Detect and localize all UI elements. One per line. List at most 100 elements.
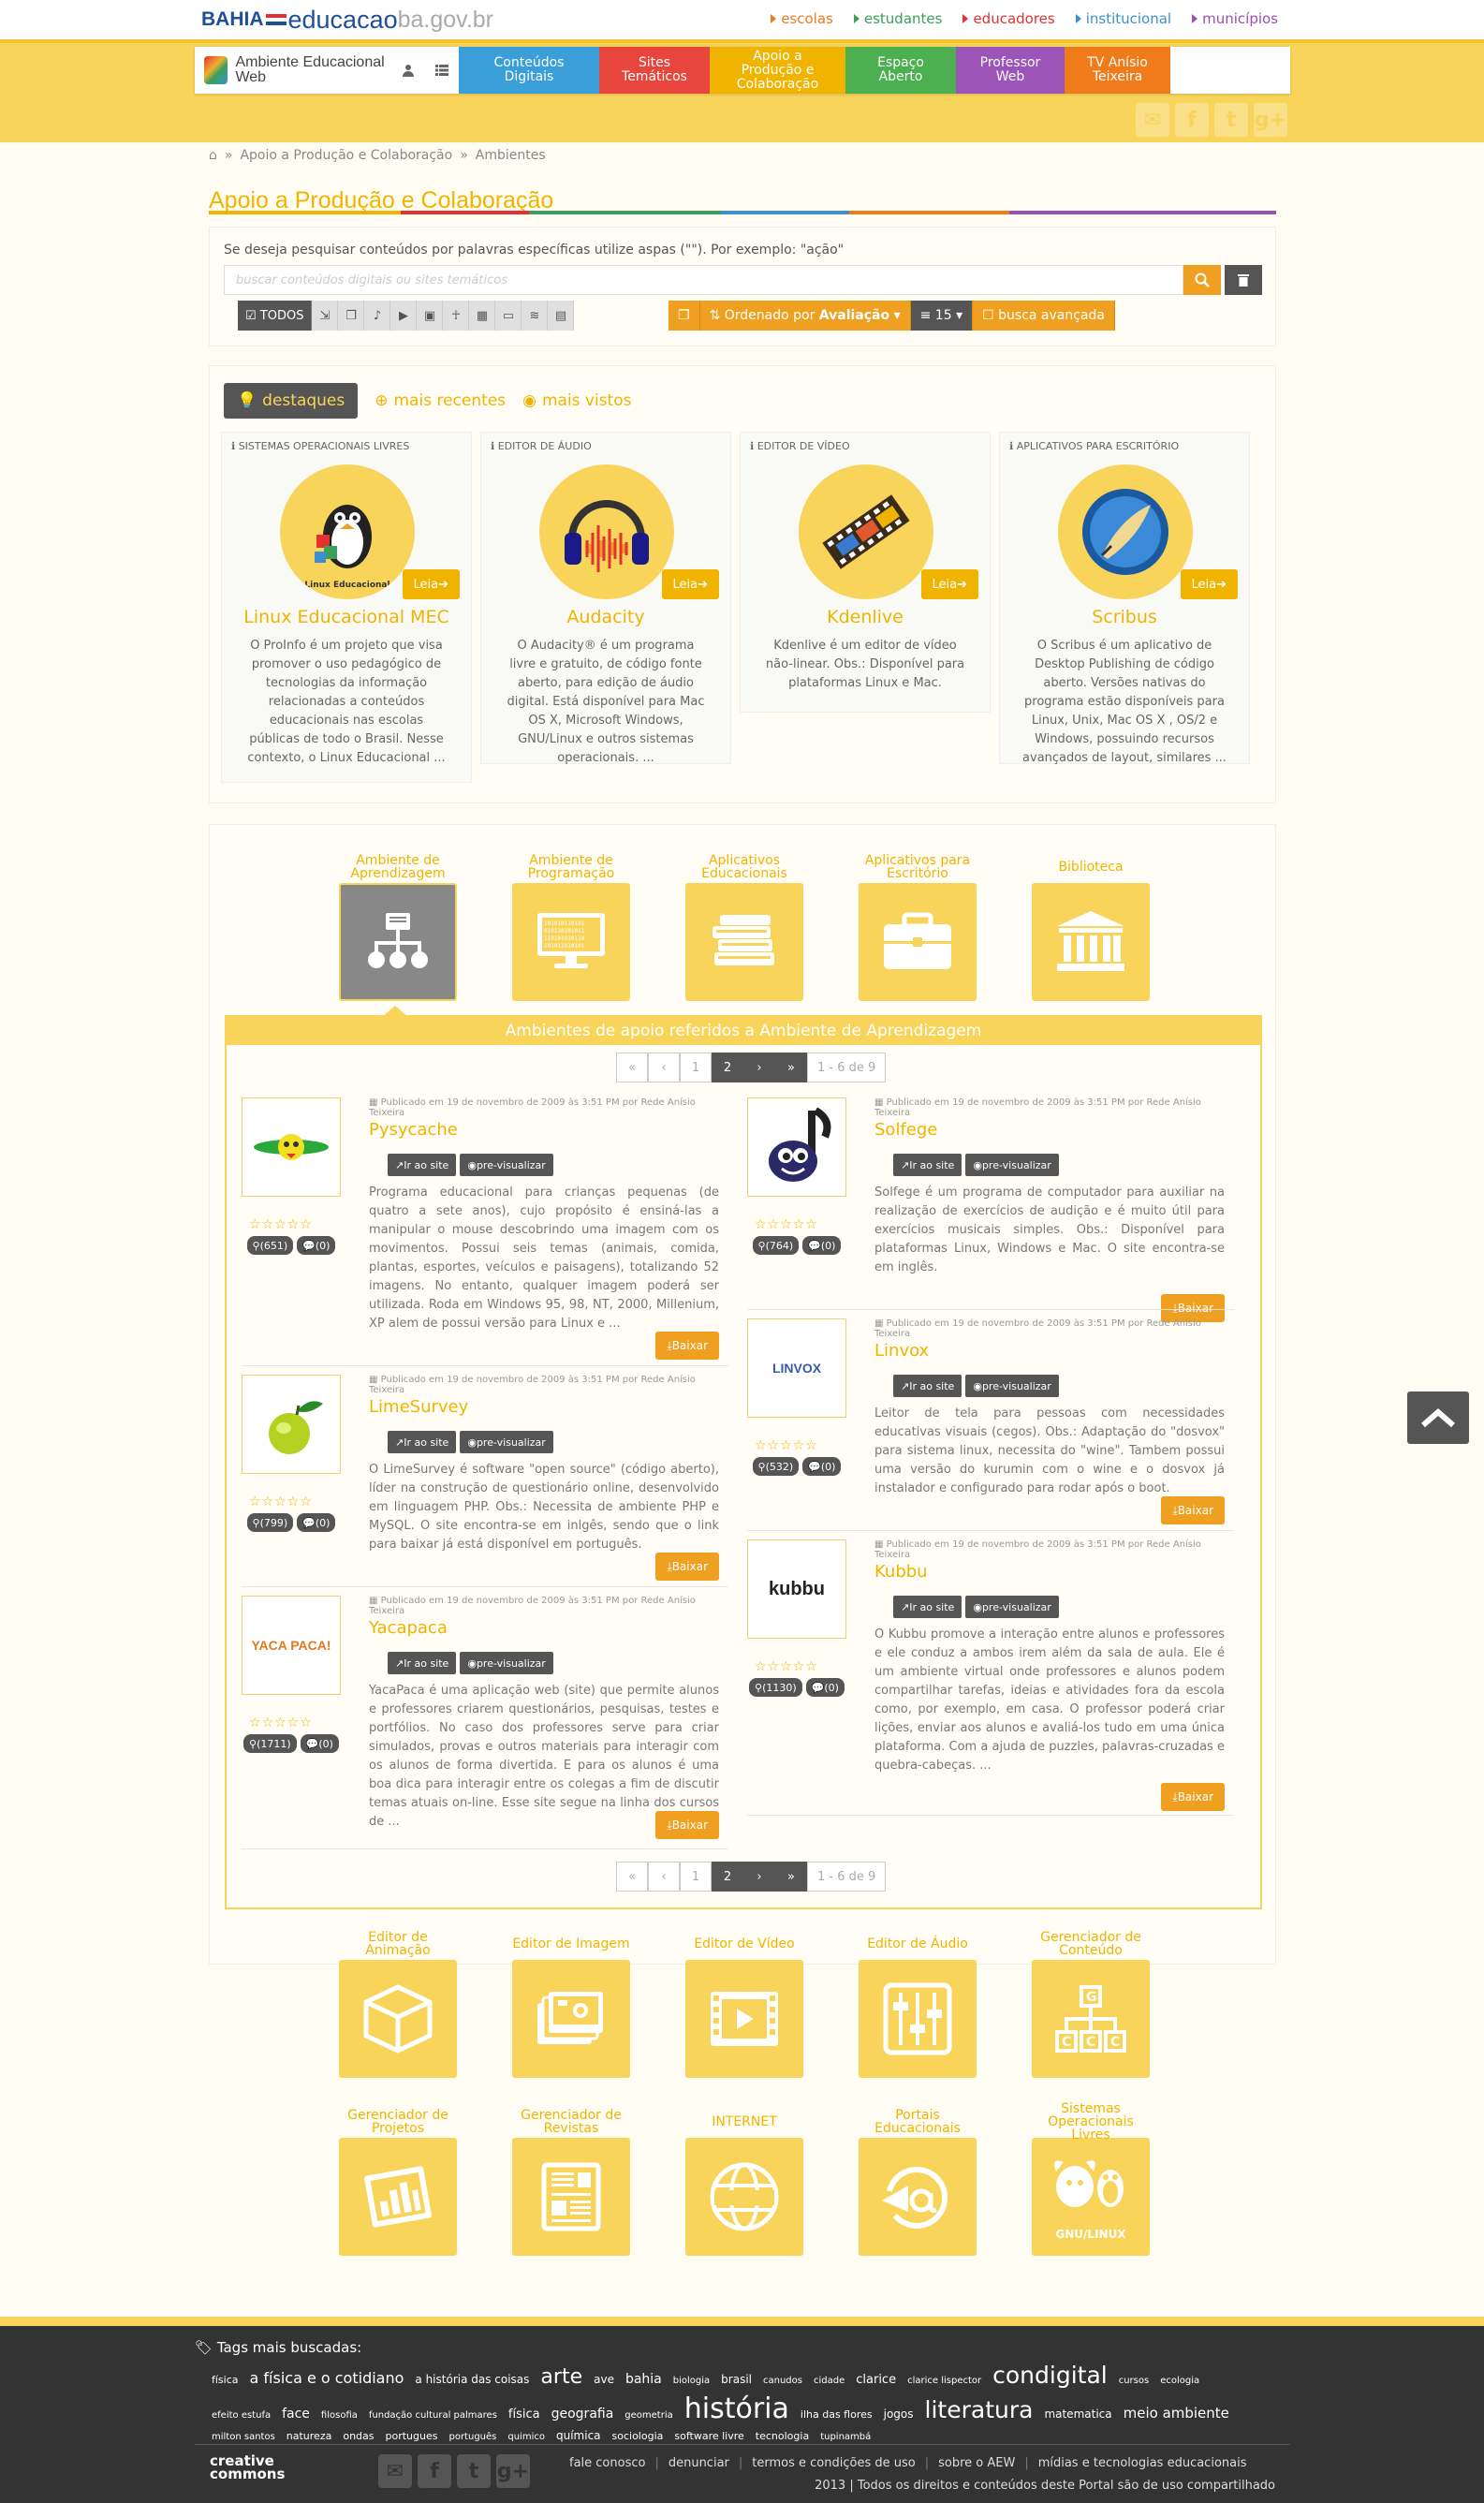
footer-link[interactable]: mídias e tecnologias educacionais bbox=[1038, 2456, 1247, 2470]
home-icon[interactable]: ⌂ bbox=[209, 148, 217, 163]
twitter-icon[interactable]: t bbox=[1214, 103, 1248, 137]
tag-link[interactable]: clarice lispector bbox=[907, 2376, 981, 2386]
card-title[interactable]: Kdenlive bbox=[741, 607, 990, 627]
email-icon[interactable]: ✉ bbox=[1136, 103, 1169, 137]
tab-destaques[interactable]: 💡 destaques bbox=[224, 383, 359, 419]
visit-site-button[interactable]: ↗ Ir ao site bbox=[388, 1652, 457, 1674]
read-more-button[interactable]: Leia ➔ bbox=[661, 569, 719, 599]
top-link[interactable]: institucional bbox=[1075, 10, 1171, 27]
highlight-card[interactable]: ℹ SISTEMAS OPERACIONAIS LIVRES Linux Educ… bbox=[221, 432, 472, 783]
googleplus-icon[interactable]: g+ bbox=[1254, 103, 1287, 137]
nav-tab[interactable]: TV Anísio Teixeira bbox=[1065, 47, 1170, 94]
user-icon[interactable] bbox=[391, 47, 425, 94]
top-link[interactable]: municípios bbox=[1192, 10, 1278, 27]
search-button[interactable] bbox=[1183, 265, 1221, 295]
pager-page-current[interactable]: 2 bbox=[712, 1862, 743, 1892]
env-category[interactable]: Sistemas Operacionais Livres GNU/LINUX bbox=[1030, 2102, 1152, 2256]
filter-all-button[interactable]: ☑ TODOS bbox=[238, 301, 313, 331]
read-more-button[interactable]: Leia ➔ bbox=[920, 569, 978, 599]
creative-commons-logo[interactable]: creative commons bbox=[210, 2454, 313, 2481]
preview-button[interactable]: ◉ pre-visualizar bbox=[460, 1154, 553, 1176]
env-category[interactable]: Editor de Vídeo bbox=[683, 1928, 805, 2078]
tag-link[interactable]: natureza bbox=[287, 2430, 332, 2442]
pager-prev[interactable]: ‹ bbox=[648, 1053, 680, 1082]
env-category[interactable]: Ambiente de Programação 101010110101 01011… bbox=[510, 851, 632, 1001]
preview-button[interactable]: ◉ pre-visualizar bbox=[460, 1652, 553, 1674]
tag-link[interactable]: ilha das flores bbox=[801, 2408, 873, 2421]
download-button[interactable]: ⤓ Baixar bbox=[655, 1332, 719, 1360]
result-thumbnail[interactable]: kubbu bbox=[747, 1539, 846, 1639]
pager-first[interactable]: « bbox=[616, 1053, 648, 1082]
result-thumbnail[interactable]: YACA PACA! bbox=[242, 1596, 341, 1695]
result-thumbnail[interactable] bbox=[242, 1097, 341, 1197]
tag-link[interactable]: brasil bbox=[721, 2373, 752, 2386]
result-title[interactable]: LimeSurvey bbox=[369, 1397, 468, 1417]
tag-link[interactable]: jogos bbox=[884, 2407, 914, 2421]
env-category[interactable]: Ambiente de Aprendizagem bbox=[337, 851, 459, 1001]
visit-site-button[interactable]: ↗ Ir ao site bbox=[893, 1154, 962, 1176]
tag-link[interactable]: geometria bbox=[624, 2410, 672, 2421]
pager-last[interactable]: » bbox=[775, 1862, 807, 1892]
advanced-search-button[interactable]: ☐ busca avançada bbox=[973, 301, 1115, 331]
rating-stars[interactable]: ☆☆☆☆☆ bbox=[755, 1659, 818, 1674]
tag-link[interactable]: ecologia bbox=[1160, 2376, 1199, 2386]
tab-mais-vistos[interactable]: ◉ mais vistos bbox=[522, 383, 631, 419]
download-button[interactable]: ⤓ Baixar bbox=[1161, 1496, 1225, 1524]
filter-image-icon[interactable]: ▣ bbox=[417, 301, 444, 331]
tag-link[interactable]: clarice bbox=[856, 2373, 896, 2387]
per-page-dropdown[interactable]: ≡ 15 ▾ bbox=[910, 301, 974, 331]
pager-page[interactable]: 1 bbox=[680, 1053, 712, 1082]
card-thumbnail[interactable] bbox=[539, 464, 674, 599]
nav-tab[interactable]: Espaço Aberto bbox=[845, 47, 956, 94]
nav-tab[interactable]: Apoio a Produção e Colaboração bbox=[710, 47, 845, 94]
footer-link[interactable]: denunciar bbox=[669, 2456, 729, 2470]
tag-link[interactable]: condigital bbox=[992, 2362, 1108, 2389]
nav-tab[interactable]: Professor Web bbox=[956, 47, 1065, 94]
filter-document-icon[interactable]: ▤ bbox=[548, 301, 575, 331]
clear-search-button[interactable] bbox=[1225, 265, 1262, 295]
footer-link[interactable]: termos e condições de uso bbox=[752, 2456, 915, 2470]
tag-link[interactable]: ave bbox=[594, 2373, 614, 2386]
download-button[interactable]: ⤓ Baixar bbox=[655, 1553, 719, 1581]
download-button[interactable]: ⤓ Baixar bbox=[655, 1811, 719, 1839]
tag-link[interactable]: literatura bbox=[925, 2396, 1034, 2423]
env-category[interactable]: Gerenciador de Projetos bbox=[337, 2106, 459, 2256]
footer-email-icon[interactable]: ✉ bbox=[378, 2454, 412, 2488]
result-title[interactable]: Solfege bbox=[874, 1120, 937, 1140]
tag-link[interactable]: fundação cultural palmares bbox=[369, 2410, 497, 2421]
preview-button[interactable]: ◉ pre-visualizar bbox=[965, 1154, 1059, 1176]
pager-page-current[interactable]: 2 bbox=[712, 1053, 743, 1082]
tag-link[interactable]: portugues bbox=[386, 2430, 438, 2442]
env-category[interactable]: Aplicativos para Escritório bbox=[857, 851, 978, 1001]
breadcrumb-item-2[interactable]: Ambientes bbox=[476, 148, 546, 163]
download-button[interactable]: ⤓ Baixar bbox=[1161, 1783, 1225, 1811]
result-title[interactable]: Kubbu bbox=[874, 1562, 928, 1582]
tag-link[interactable]: a história das coisas bbox=[415, 2373, 529, 2386]
sort-dropdown[interactable]: ⇅ Ordenado por Avaliação ▾ bbox=[699, 301, 911, 331]
tag-link[interactable]: arte bbox=[540, 2365, 582, 2389]
filter-copy-icon[interactable]: ❐ bbox=[338, 301, 365, 331]
footer-twitter-icon[interactable]: t bbox=[457, 2454, 491, 2488]
visit-site-button[interactable]: ↗ Ir ao site bbox=[388, 1431, 457, 1453]
result-title[interactable]: Pysycache bbox=[369, 1120, 458, 1140]
result-title[interactable]: Linvox bbox=[874, 1341, 929, 1361]
pager-page[interactable]: 1 bbox=[680, 1862, 712, 1892]
tag-link[interactable]: matematica bbox=[1044, 2407, 1111, 2421]
nav-tab[interactable]: Sites Temáticos bbox=[599, 47, 710, 94]
card-title[interactable]: Linux Educacional MEC bbox=[222, 607, 471, 627]
tag-link[interactable]: física bbox=[212, 2374, 239, 2386]
tag-link[interactable]: física bbox=[508, 2407, 540, 2422]
list-icon[interactable] bbox=[425, 47, 459, 94]
tag-link[interactable]: bahia bbox=[625, 2372, 662, 2387]
filter-layers-icon[interactable]: ≋ bbox=[522, 301, 549, 331]
tag-link[interactable]: biologia bbox=[673, 2376, 710, 2386]
tag-link[interactable]: cidade bbox=[814, 2376, 845, 2386]
footer-link[interactable]: fale conosco bbox=[569, 2456, 645, 2470]
rating-stars[interactable]: ☆☆☆☆☆ bbox=[249, 1715, 313, 1730]
footer-googleplus-icon[interactable]: g+ bbox=[496, 2454, 530, 2488]
tag-link[interactable]: quimico bbox=[507, 2432, 545, 2442]
view-toggle-icon[interactable]: ❐ bbox=[669, 301, 700, 331]
card-title[interactable]: Scribus bbox=[1000, 607, 1249, 627]
scroll-to-top-button[interactable] bbox=[1407, 1391, 1469, 1444]
highlight-card[interactable]: ℹ APLICATIVOS PARA ESCRITÓRIO Leia ➔ Scrib… bbox=[999, 432, 1250, 765]
